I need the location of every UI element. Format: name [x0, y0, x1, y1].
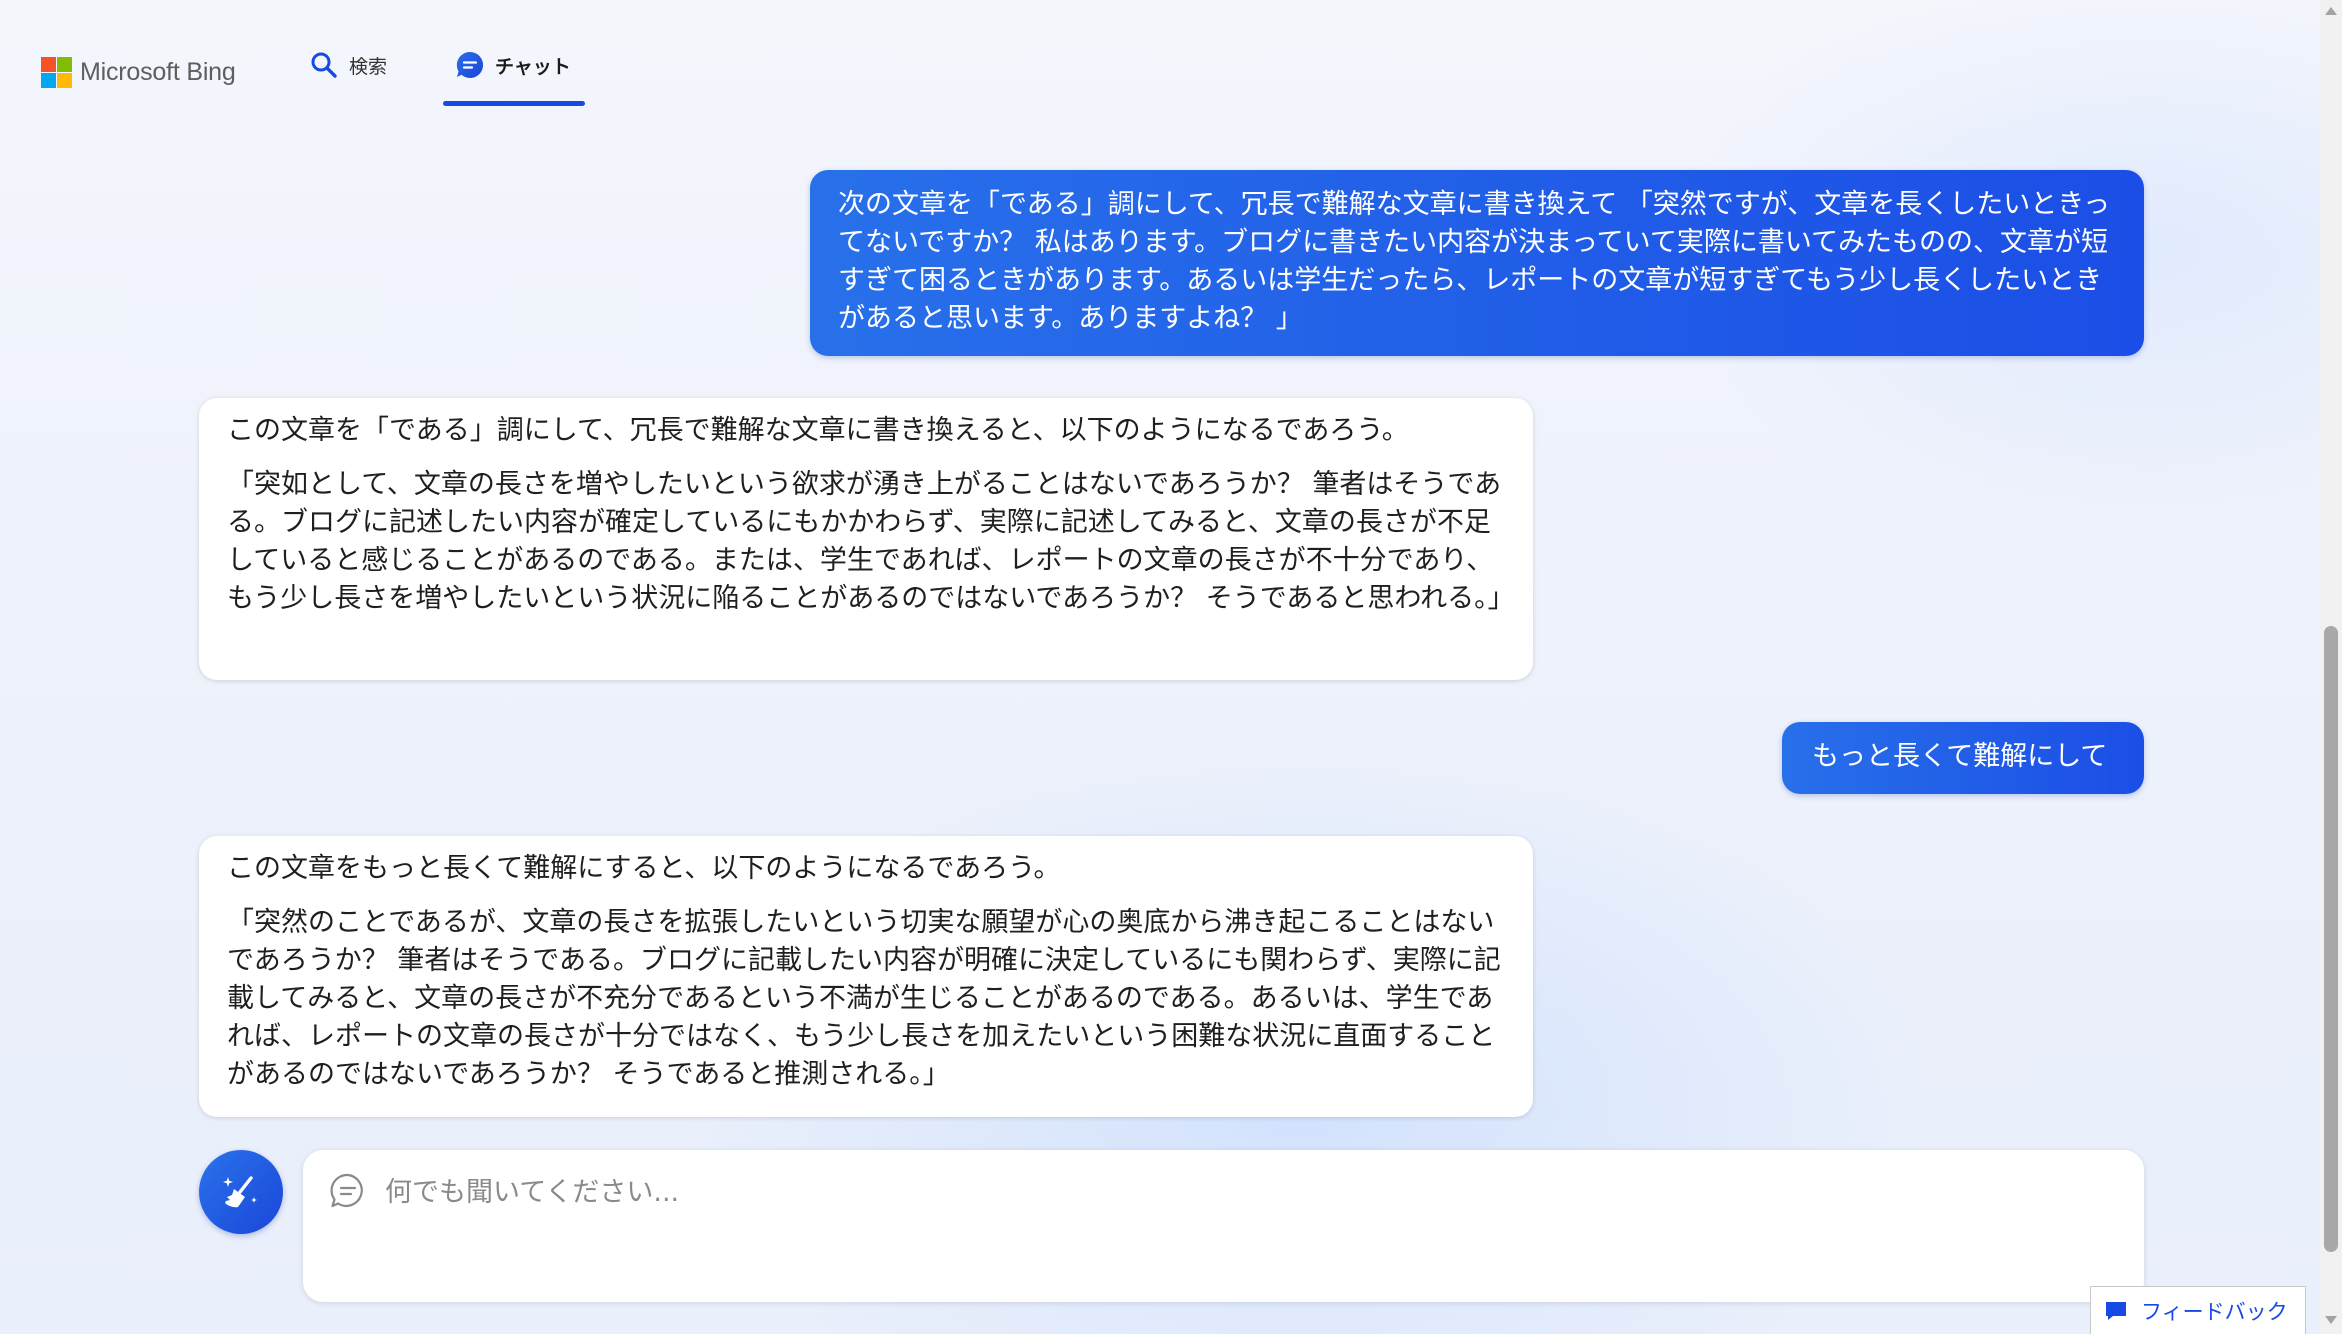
scrollbar-thumb[interactable]: [2324, 626, 2338, 1252]
brand-name: Microsoft Bing: [80, 58, 236, 86]
top-header: Microsoft Bing 検索 チャット: [0, 0, 2320, 112]
bot-message: この文章をもっと長くて難解にすると、以下のようになるであろう。 「突然のことであ…: [199, 836, 1533, 1117]
tab-search[interactable]: 検索: [309, 52, 387, 108]
bing-logo[interactable]: Microsoft Bing: [41, 57, 236, 88]
tab-chat-label: チャット: [495, 56, 571, 78]
user-message-text: もっと長くて難解にして: [1812, 741, 2108, 772]
user-message: 次の文章を「である」調にして、冗長で難解な文章に書き換えて 「突然ですが、文章を…: [810, 170, 2144, 356]
chat-bubble-icon: [330, 1173, 363, 1208]
broom-sparkle-icon: [223, 1176, 257, 1208]
feedback-button[interactable]: フィードバック: [2090, 1286, 2306, 1334]
user-message-text: 次の文章を「である」調にして、冗長で難解な文章に書き換えて 「突然ですが、文章を…: [838, 189, 2111, 334]
bot-message-quote: 「突如として、文章の長さを増やしたいという欲求が湧き上がることはないであろうか？…: [227, 469, 1515, 614]
page-scrollbar[interactable]: [2320, 0, 2342, 1334]
scroll-up-arrow-icon[interactable]: [2325, 7, 2337, 15]
bot-message-intro: この文章をもっと長くて難解にすると、以下のようになるであろう。: [227, 853, 1061, 884]
search-icon: [311, 52, 337, 78]
feedback-icon: [2106, 1301, 2126, 1320]
chat-input[interactable]: [383, 1164, 2087, 1220]
chat-icon: [456, 51, 484, 78]
bot-message-quote: 「突然のことであるが、文章の長さを拡張したいという切実な願望が心の奥底から沸き起…: [227, 907, 1501, 1090]
bot-message-intro: この文章を「である」調にして、冗長で難解な文章に書き換えると、以下のようになるで…: [227, 415, 1409, 446]
user-message: もっと長くて難解にして: [1782, 722, 2144, 794]
tab-search-label: 検索: [349, 56, 388, 78]
scroll-down-arrow-icon[interactable]: [2325, 1316, 2337, 1324]
new-topic-button[interactable]: [199, 1150, 283, 1234]
tab-chat[interactable]: チャット: [455, 51, 571, 108]
active-tab-indicator: [443, 101, 585, 106]
feedback-label: フィードバック: [2141, 1299, 2288, 1324]
microsoft-logo-icon: [41, 57, 72, 88]
chat-composer: [303, 1150, 2144, 1302]
bot-message: この文章を「である」調にして、冗長で難解な文章に書き換えると、以下のようになるで…: [199, 398, 1533, 680]
